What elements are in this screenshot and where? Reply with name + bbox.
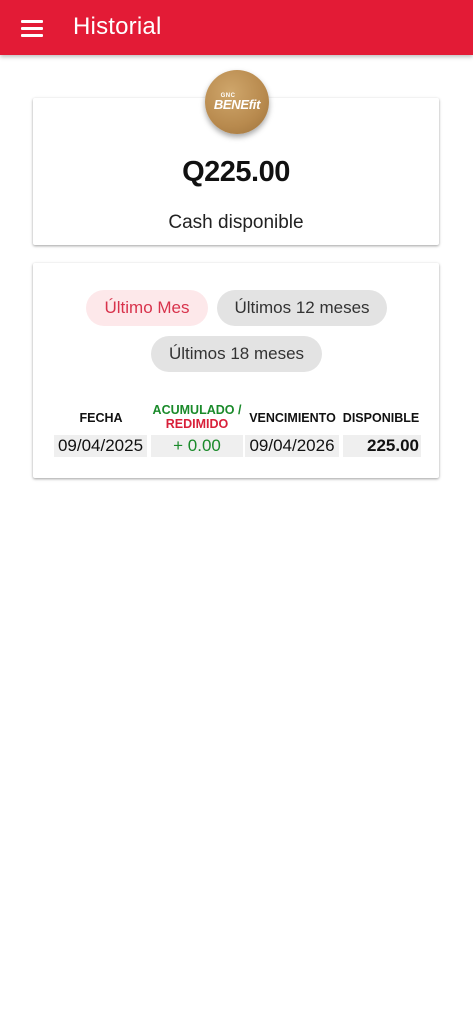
table-header: FECHA ACUMULADO / REDIMIDO VENCIMIENTO D…: [33, 401, 439, 433]
menu-icon[interactable]: [15, 13, 49, 43]
filter-chip-ultimo-mes[interactable]: Último Mes: [86, 290, 208, 326]
logo-benefit-text: BENEfit: [213, 96, 261, 112]
cell-acumulado: + 0.00: [151, 435, 243, 457]
header-fecha: FECHA: [79, 411, 123, 425]
cell-vencimiento: 09/04/2026: [245, 435, 339, 457]
page-title: Historial: [73, 13, 162, 40]
header-vencimiento: VENCIMIENTO: [249, 411, 336, 425]
filter-chip-18-meses[interactable]: Últimos 18 meses: [151, 336, 322, 372]
app-bar: Historial: [0, 0, 473, 55]
cash-amount: Q225.00: [182, 156, 290, 188]
cell-disponible: 225.00: [343, 435, 421, 457]
table-row: 09/04/2025 + 0.00 09/04/2026 225.00: [33, 435, 439, 457]
filter-chip-12-meses[interactable]: Últimos 12 meses: [217, 290, 387, 326]
cash-label: Cash disponible: [168, 212, 304, 233]
benefit-logo: GNC BENEfit: [205, 70, 269, 134]
history-card: Último Mes Últimos 12 meses Últimos 18 m…: [33, 263, 439, 478]
header-disponible: DISPONIBLE: [342, 411, 420, 425]
header-acumulado-redimido: ACUMULADO / REDIMIDO: [151, 403, 243, 431]
cell-fecha: 09/04/2025: [54, 435, 147, 457]
header-redimido: REDIMIDO: [165, 417, 229, 431]
header-acumulado: ACUMULADO /: [152, 403, 242, 417]
